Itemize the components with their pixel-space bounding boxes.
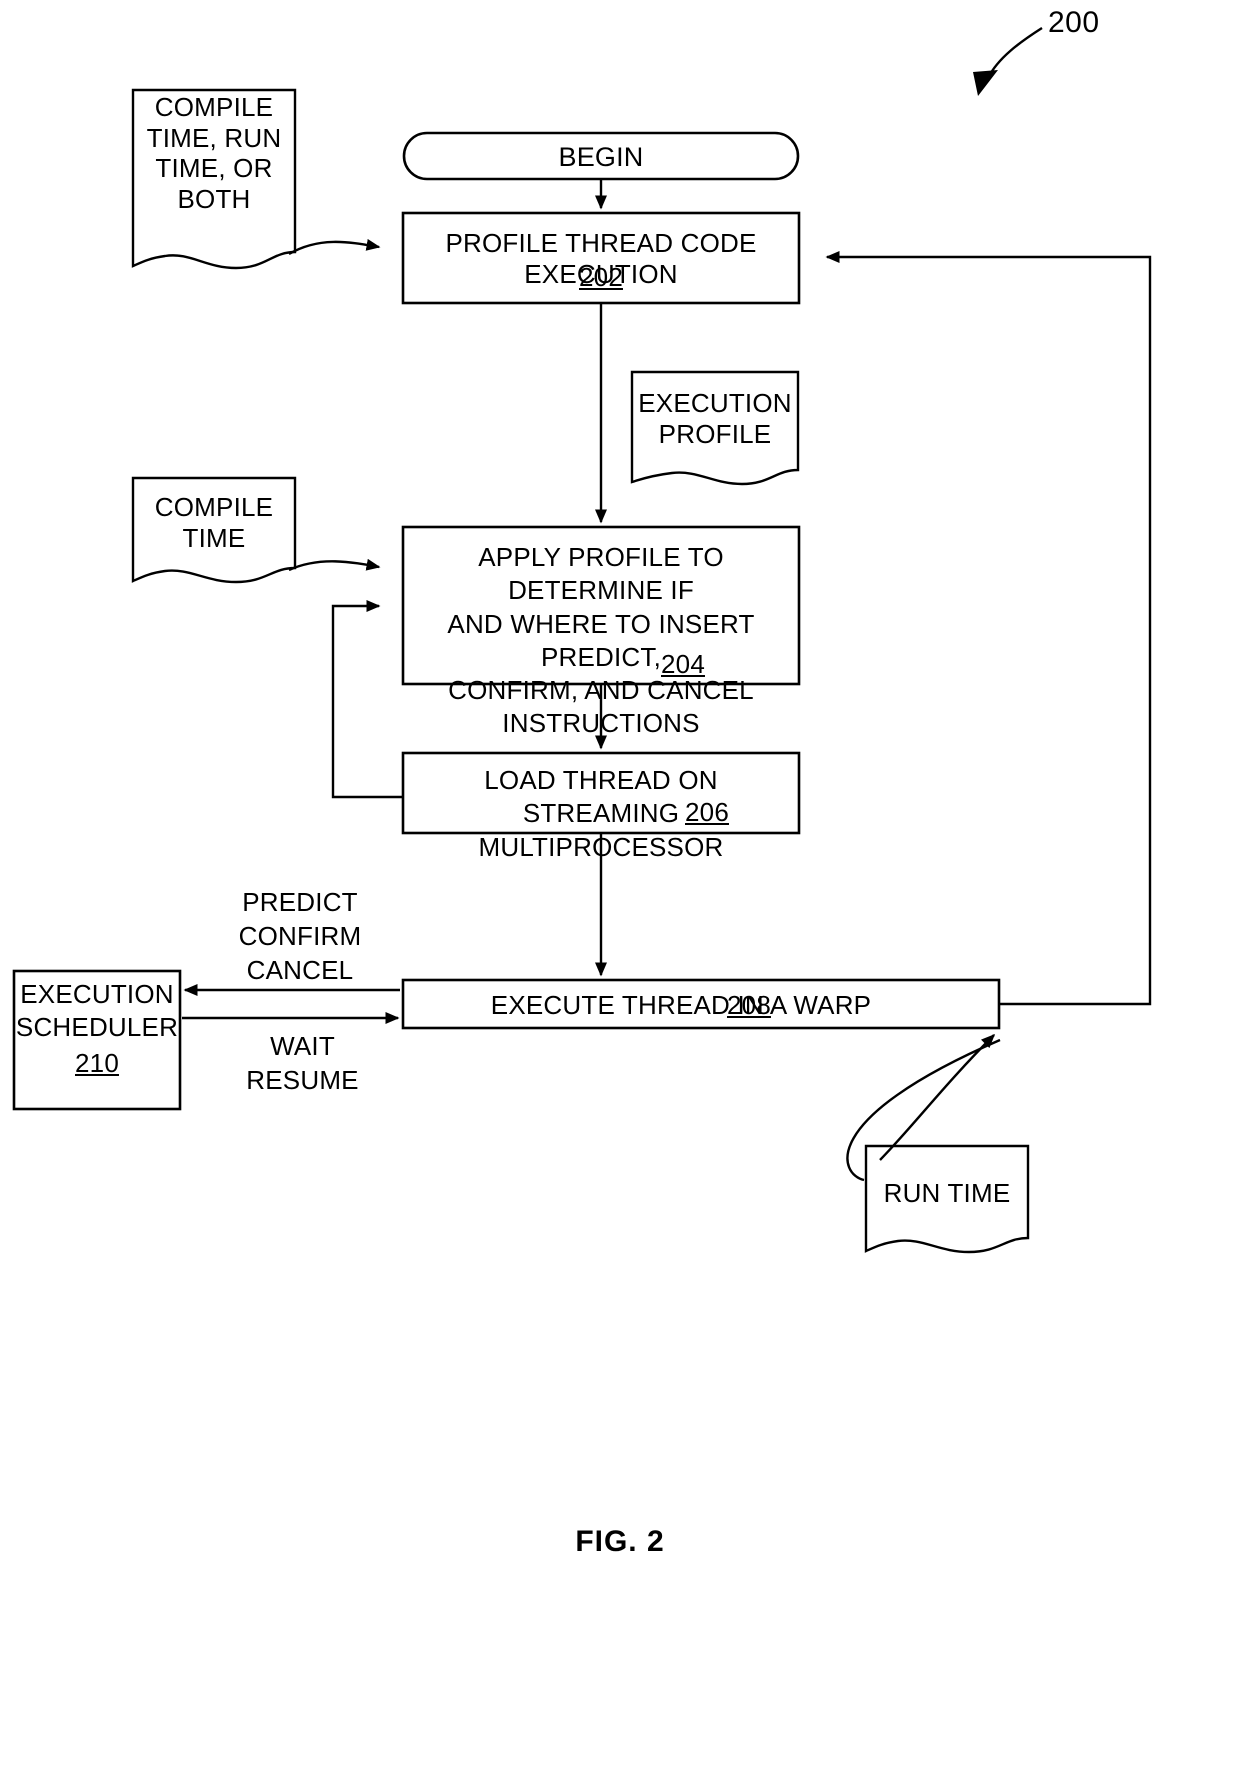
edge-label-predict-confirm-cancel: PREDICT CONFIRM CANCEL [238,887,362,985]
node-doc-compile-run-both-label: COMPILE TIME, RUN TIME, OR BOTH [146,92,282,215]
figure-page: 200 BEGIN COMPILE TIME, RUN TIME, OR BOT… [0,0,1240,1774]
node-step210-label: EXECUTION SCHEDULER [15,979,179,1042]
edge-doc-compile-time-to-204 [288,558,381,572]
node-step208-label: EXECUTE THREAD IN A WARP [490,990,872,1020]
node-begin-label: BEGIN [558,142,644,172]
node-step204-number: 204 [661,649,705,679]
edge-label-wait-resume: WAIT RESUME [246,1031,359,1095]
edge-208-to-202-feedback [825,251,1152,1006]
reference-arrow-200 [973,26,1043,96]
node-step210-number: 210 [75,1048,119,1078]
node-step206-number: 206 [685,797,729,827]
node-doc-execution-profile-label: EXECUTION PROFILE [638,388,792,449]
node-step202-number: 202 [579,262,623,292]
figure-caption: FIG. 2 [575,1525,665,1558]
node-doc-run-time-label: RUN TIME [883,1178,1011,1208]
node-step204-label: APPLY PROFILE TO DETERMINE IF AND WHERE … [447,542,755,739]
node-step208-number: 208 [727,990,771,1020]
edge-doc-compile-run-both-to-202 [288,238,381,256]
reference-number-200: 200 [1048,6,1100,39]
edge-206-to-204-feedback [331,600,403,799]
node-doc-compile-time-label: COMPILE TIME [154,492,274,553]
